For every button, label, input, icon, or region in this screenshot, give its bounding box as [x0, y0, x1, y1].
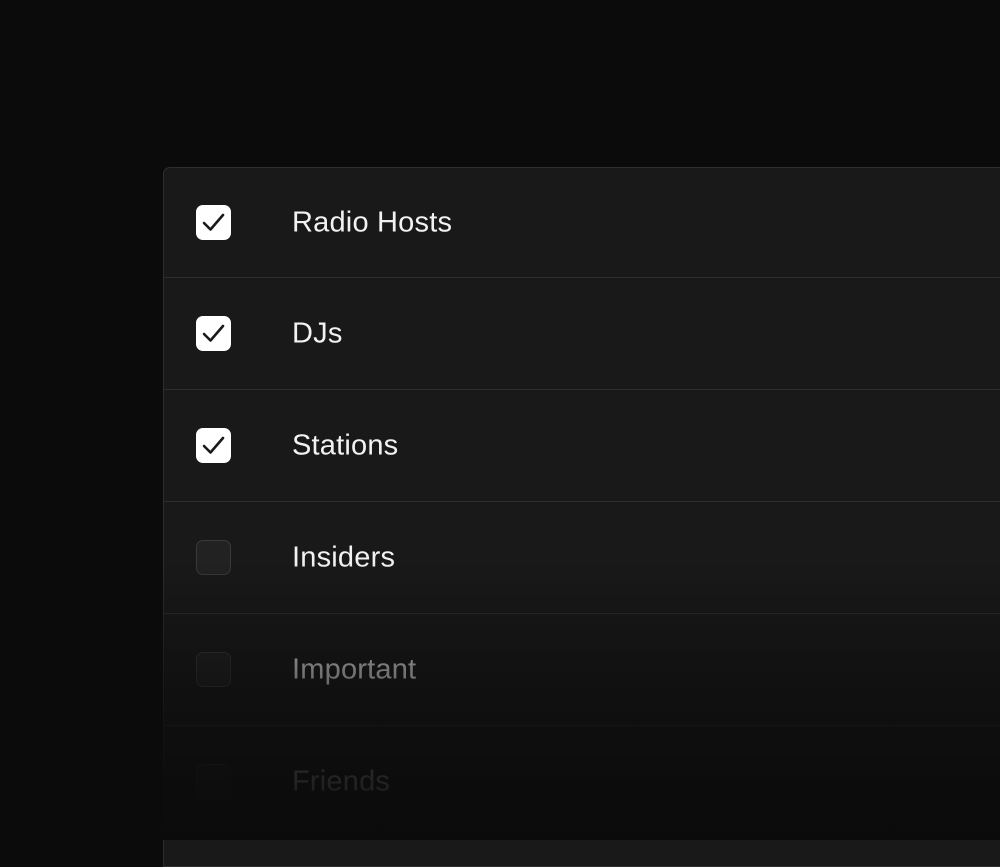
checkmark-icon [202, 324, 225, 342]
checkbox-djs[interactable] [196, 315, 231, 351]
category-list-panel: Radio Hosts DJs Stations Insiders Import… [163, 167, 1000, 867]
list-item-label: Stations [292, 429, 399, 461]
list-item-label: Radio Hosts [292, 206, 453, 238]
list-item-label: Friends [292, 765, 391, 797]
list-item-label: DJs [292, 317, 343, 349]
list-item-friends[interactable]: Friends [164, 726, 1000, 838]
list-item-stations[interactable]: Stations [164, 390, 1000, 502]
checkmark-icon [202, 436, 225, 454]
checkmark-icon [202, 213, 225, 231]
checkbox-insiders[interactable] [196, 539, 231, 575]
list-item-radio-hosts[interactable]: Radio Hosts [164, 168, 1000, 278]
list-item-djs[interactable]: DJs [164, 278, 1000, 390]
list-item-label: Insiders [292, 541, 396, 573]
list-item-important[interactable]: Important [164, 614, 1000, 726]
checkbox-radio-hosts[interactable] [196, 204, 231, 240]
checkbox-stations[interactable] [196, 427, 231, 463]
checkbox-important[interactable] [196, 651, 231, 687]
list-item-insiders[interactable]: Insiders [164, 502, 1000, 614]
list-item-label: Important [292, 653, 417, 685]
checkbox-friends[interactable] [196, 763, 231, 799]
